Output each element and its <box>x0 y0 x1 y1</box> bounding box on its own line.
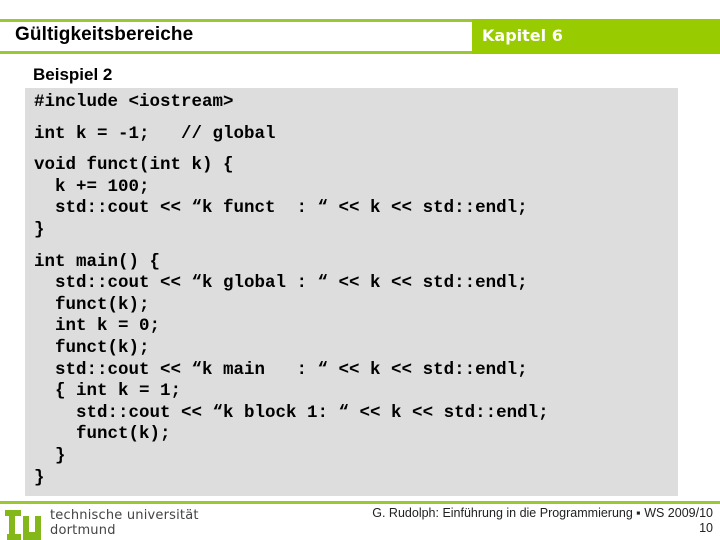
code-block: #include <iostream> int k = -1; // global… <box>25 88 678 496</box>
university-name-line1: technische universität <box>50 508 199 523</box>
code-line: int k = -1; // global <box>34 123 276 144</box>
code-listing: #include <iostream> int k = -1; // global… <box>34 92 549 489</box>
code-line: funct(k); <box>34 294 150 315</box>
code-line: } <box>34 219 45 240</box>
chapter-label: Kapitel 6 <box>482 26 563 45</box>
footer-rule <box>0 501 720 504</box>
code-line: std::cout << “k main : “ << k << std::en… <box>34 359 528 380</box>
code-line: k += 100; <box>34 176 150 197</box>
page-number: 10 <box>699 521 713 535</box>
tu-logo-icon <box>5 510 41 540</box>
code-line: std::cout << “k block 1: “ << k << std::… <box>34 402 549 423</box>
code-line: int k = 0; <box>34 316 161 337</box>
code-line: funct(k); <box>34 424 171 445</box>
footer-credit: G. Rudolph: Einführung in die Programmie… <box>372 506 713 536</box>
university-name: technische universität dortmund <box>50 508 199 538</box>
code-line: { int k = 1; <box>34 381 182 402</box>
slide-title: Gültigkeitsbereiche <box>15 24 194 45</box>
chapter-badge: Kapitel 6 <box>472 19 720 54</box>
code-line: void funct(int k) { <box>34 155 234 176</box>
code-line: } <box>34 467 45 488</box>
example-heading: Beispiel 2 <box>33 65 113 84</box>
university-name-line2: dortmund <box>50 523 116 538</box>
course-credit: G. Rudolph: Einführung in die Programmie… <box>372 506 713 520</box>
code-line: funct(k); <box>34 337 150 358</box>
code-line: } <box>34 445 66 466</box>
code-line: int main() { <box>34 251 161 272</box>
code-line: #include <iostream> <box>34 92 234 112</box>
code-line: std::cout << “k global : “ << k << std::… <box>34 273 528 294</box>
code-line: std::cout << “k funct : “ << k << std::e… <box>34 198 528 219</box>
